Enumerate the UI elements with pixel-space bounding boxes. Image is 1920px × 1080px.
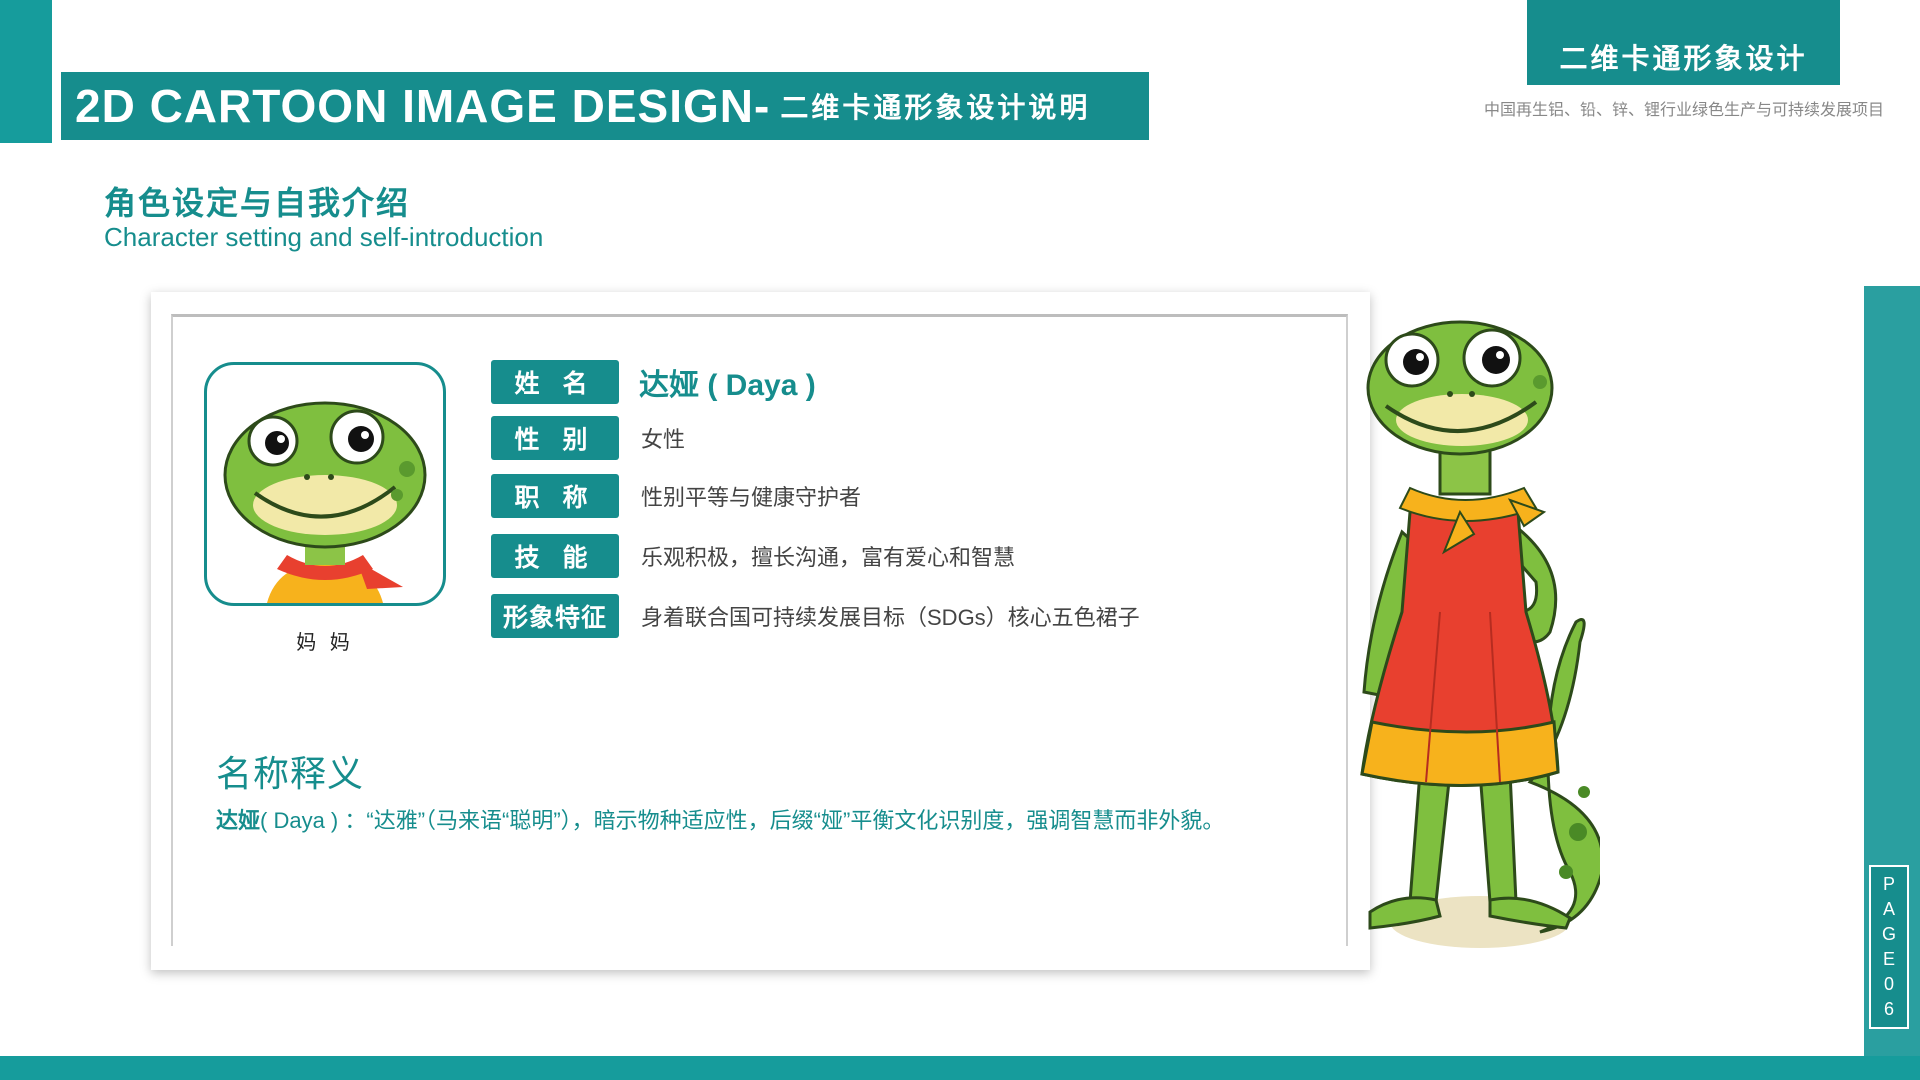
mascot-illustration bbox=[1340, 312, 1605, 977]
profile-row-title: 职 称 性别平等与健康守护者 bbox=[491, 474, 861, 518]
row-label: 职 称 bbox=[491, 474, 619, 518]
bottom-bar bbox=[0, 1056, 1920, 1080]
name-meaning-title: 名称释义 bbox=[216, 753, 365, 794]
row-label: 性 别 bbox=[491, 416, 619, 460]
banner-title-cn: 二维卡通形象设计说明 bbox=[780, 92, 1091, 123]
gecko-avatar-icon bbox=[223, 401, 427, 603]
name-meaning-text: 达娅( Daya ) ：“达雅”（马来语“聪明”），暗示物种适应性，后缀“娅”平… bbox=[216, 803, 1224, 835]
page-tag-char: 6 bbox=[1883, 999, 1894, 1019]
page-tag-char: P bbox=[1882, 874, 1895, 894]
row-label: 姓 名 bbox=[491, 360, 619, 404]
page-tag-char: G bbox=[1881, 924, 1896, 944]
left-accent-bar bbox=[0, 0, 52, 143]
banner-title-en: 2D CARTOON IMAGE DESIGN- bbox=[75, 80, 771, 132]
name-meaning-body: ( Daya ) ：“达雅”（马来语“聪明”），暗示物种适应性，后缀“娅”平衡文… bbox=[260, 808, 1225, 833]
corner-title-box: 二维卡通形象设计 bbox=[1527, 0, 1840, 85]
profile-row-appearance: 形象特征 身着联合国可持续发展目标（SDGs）核心五色裙子 bbox=[491, 594, 1140, 638]
page-tag-char: A bbox=[1882, 899, 1895, 919]
project-subtitle: 中国再生铝、铅、锌、锂行业绿色生产与可持续发展项目 bbox=[1483, 102, 1884, 119]
row-value: 女性 bbox=[641, 427, 686, 452]
section-title-en: Character setting and self-introduction bbox=[104, 222, 544, 252]
page-tag-char: 0 bbox=[1883, 974, 1894, 994]
row-value: 乐观积极，擅长沟通，富有爱心和智慧 bbox=[641, 545, 1016, 570]
title-banner: 2D CARTOON IMAGE DESIGN- 二维卡通形象设计说明 bbox=[61, 72, 1149, 140]
section-title-cn: 角色设定与自我介绍 bbox=[104, 185, 411, 221]
row-value: 身着联合国可持续发展目标（SDGs）核心五色裙子 bbox=[641, 605, 1140, 630]
row-label: 技 能 bbox=[491, 534, 619, 578]
profile-row-name: 姓 名 达娅 ( Daya ) bbox=[491, 360, 816, 404]
corner-title: 二维卡通形象设计 bbox=[1559, 43, 1808, 74]
gecko-mascot-icon bbox=[1360, 320, 1605, 948]
name-meaning-bold: 达娅 bbox=[216, 808, 261, 833]
row-value-name: 达娅 ( Daya ) bbox=[639, 369, 816, 402]
avatar bbox=[204, 362, 446, 606]
row-label: 形象特征 bbox=[491, 594, 619, 638]
page-number-tag: P A G E 0 6 bbox=[1869, 865, 1909, 1029]
row-value: 性别平等与健康守护者 bbox=[641, 485, 862, 510]
avatar-caption: 妈 妈 bbox=[296, 632, 354, 654]
profile-row-gender: 性 别 女性 bbox=[491, 416, 685, 460]
page-tag-char: E bbox=[1882, 949, 1895, 969]
profile-row-skills: 技 能 乐观积极，擅长沟通，富有爱心和智慧 bbox=[491, 534, 1015, 578]
